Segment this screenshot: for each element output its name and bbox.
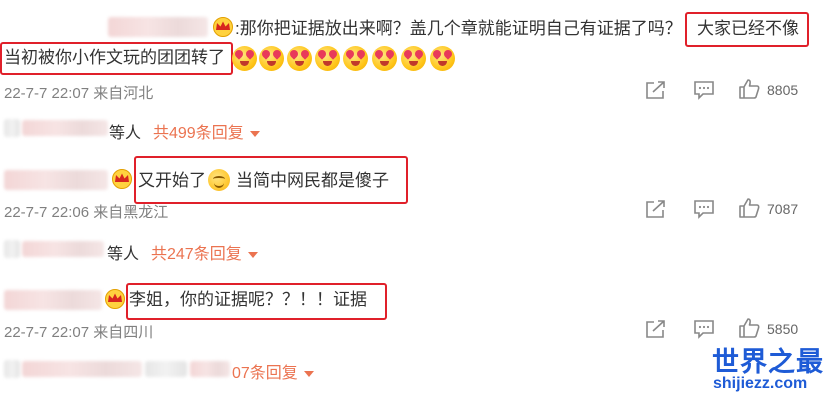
like-count: 7087 — [767, 201, 799, 217]
emoji-face-icon — [430, 46, 455, 71]
comment-text-part-1: :那你把证据放出来啊？盖几个章就能证明自己有证据了吗？ — [235, 19, 682, 38]
reply-users-label: 等人 — [109, 125, 142, 142]
view-replies-text: 07条回复 — [232, 365, 298, 382]
crown-icon — [105, 289, 125, 309]
reply-users-blurred — [190, 361, 230, 377]
username-blurred[interactable] — [4, 170, 108, 190]
reply-users-blurred — [145, 361, 187, 377]
comment-timestamp: 22-7-7 22:06 来自黑龙江 — [4, 204, 169, 221]
reply-users-label: 等人 — [107, 246, 140, 263]
watermark-url: shijiezz.com — [713, 375, 808, 392]
reply-users-blurred — [22, 120, 108, 136]
username-blurred[interactable] — [108, 17, 208, 37]
username-blurred[interactable] — [4, 290, 102, 310]
comment-icon[interactable] — [693, 80, 715, 100]
crown-icon — [213, 17, 233, 37]
emoji-face-icon — [287, 46, 312, 71]
like-icon[interactable] — [738, 198, 760, 218]
view-replies-link[interactable]: 共247条回复 — [151, 240, 258, 264]
reply-avatar-blurred — [4, 119, 20, 137]
comment-icon[interactable] — [693, 199, 715, 219]
view-replies-link[interactable]: 07条回复 — [232, 359, 314, 383]
watermark-title: 世界之最 — [712, 347, 824, 377]
reply-avatar-blurred — [4, 240, 20, 258]
share-icon[interactable] — [645, 80, 667, 100]
emoji-face-icon — [372, 46, 397, 71]
like-icon[interactable] — [738, 318, 760, 338]
like-count: 5850 — [767, 321, 799, 337]
comment-timestamp: 22-7-7 22:07 来自河北 — [4, 85, 154, 102]
highlight-box — [685, 12, 809, 47]
like-icon[interactable] — [738, 79, 760, 99]
crown-icon — [112, 169, 132, 189]
view-replies-text: 共499条回复 — [153, 125, 244, 142]
view-replies-text: 共247条回复 — [151, 246, 242, 263]
chevron-down-icon — [249, 130, 260, 137]
emoji-face-icon — [315, 46, 340, 71]
chevron-down-icon — [303, 370, 314, 377]
comment-icon[interactable] — [693, 319, 715, 339]
share-icon[interactable] — [645, 199, 667, 219]
highlight-box — [0, 42, 233, 75]
share-icon[interactable] — [645, 319, 667, 339]
reply-avatar-blurred — [4, 360, 20, 378]
chevron-down-icon — [247, 251, 258, 258]
emoji-face-icon — [401, 46, 426, 71]
comment-timestamp: 22-7-7 22:07 来自四川 — [4, 324, 154, 341]
highlight-box — [134, 156, 408, 204]
emoji-face-icon — [232, 46, 257, 71]
view-replies-link[interactable]: 共499条回复 — [153, 119, 260, 143]
reply-users-blurred — [22, 241, 104, 257]
highlight-box — [126, 283, 387, 320]
reply-users-blurred — [22, 361, 142, 377]
like-count: 8805 — [767, 82, 799, 98]
emoji-face-icon — [259, 46, 284, 71]
emoji-face-icon — [343, 46, 368, 71]
